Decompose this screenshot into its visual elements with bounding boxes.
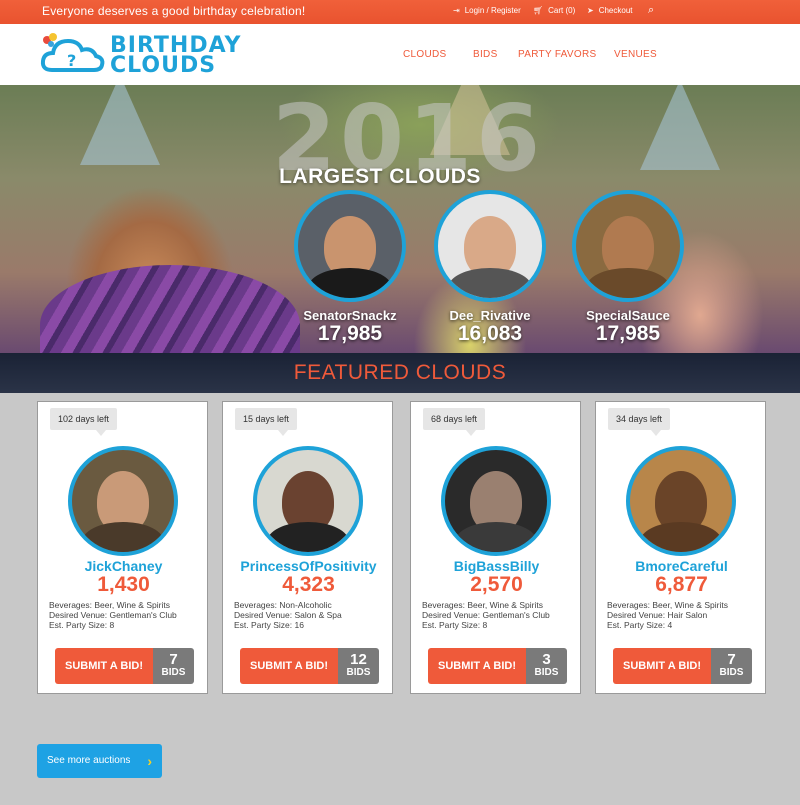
days-left-badge: 68 days left <box>423 408 486 436</box>
party-size-text: Est. Party Size: 4 <box>607 620 673 631</box>
cloud-count: 4,323 <box>282 573 335 596</box>
venue-text: Desired Venue: Gentleman's Club <box>49 610 177 621</box>
avatar <box>253 446 363 556</box>
avatar <box>441 446 551 556</box>
venue-text: Desired Venue: Gentleman's Club <box>422 610 550 621</box>
avatar <box>68 446 178 556</box>
avatar <box>294 190 406 302</box>
cart-icon: 🛒︎ <box>533 6 544 15</box>
venue-text: Desired Venue: Salon & Spa <box>234 610 342 621</box>
cloud-username[interactable]: BigBassBilly <box>411 558 582 574</box>
cloud-details: Beverages: Beer, Wine & Spirits Desired … <box>422 600 550 631</box>
leader-name: Dee_Rivative <box>449 308 531 323</box>
party-size-text: Est. Party Size: 8 <box>422 620 488 631</box>
cloud-username[interactable]: JickChaney <box>38 558 209 574</box>
leader-score: 16,083 <box>457 322 523 345</box>
cloud-count: 1,430 <box>97 573 150 596</box>
cloud-details: Beverages: Non-Alcoholic Desired Venue: … <box>234 600 342 631</box>
cloud-username[interactable]: PrincessOfPositivity <box>223 558 394 574</box>
see-more-auctions-button[interactable]: See more auctions › <box>37 744 162 778</box>
login-icon: ⇥ <box>453 6 460 15</box>
largest-clouds-title: LARGEST CLOUDS <box>279 165 481 188</box>
bid-count-number: 3 <box>542 651 551 668</box>
leader-card[interactable]: SenatorSnackz 17,985 <box>290 190 410 345</box>
top-bar: Everyone deserves a good birthday celebr… <box>0 0 800 24</box>
leader-name: SenatorSnackz <box>303 308 397 323</box>
leader-name: SpecialSauce <box>586 308 670 323</box>
cloud-username[interactable]: BmoreCareful <box>596 558 767 574</box>
submit-bid-button[interactable]: SUBMIT A BID! <box>55 648 153 684</box>
bid-count-label: BIDS <box>534 667 559 678</box>
cloud-details: Beverages: Beer, Wine & Spirits Desired … <box>607 600 728 631</box>
tagline: Everyone deserves a good birthday celebr… <box>42 4 306 18</box>
avatar <box>434 190 546 302</box>
bid-count-number: 7 <box>169 651 178 668</box>
bid-count-number: 7 <box>727 651 736 668</box>
cloud-logo-icon: ? <box>40 33 105 72</box>
beverages-text: Beverages: Beer, Wine & Spirits <box>422 600 543 610</box>
featured-clouds-title: FEATURED CLOUDS <box>293 361 507 384</box>
chevron-right-icon: › <box>147 753 152 769</box>
nav-clouds[interactable]: CLOUDS <box>403 49 446 60</box>
checkout-icon: ➤ <box>587 6 594 15</box>
beverages-text: Beverages: Beer, Wine & Spirits <box>607 600 728 610</box>
bid-count-badge: 3 BIDS <box>526 648 567 684</box>
leader-card[interactable]: Dee_Rivative 16,083 <box>430 190 550 345</box>
bid-count-badge: 12 BIDS <box>338 648 379 684</box>
cloud-card[interactable]: 34 days left BmoreCareful 6,877 Beverage… <box>595 401 766 694</box>
cloud-card[interactable]: 15 days left PrincessOfPositivity 4,323 … <box>222 401 393 694</box>
bid-count-badge: 7 BIDS <box>153 648 194 684</box>
search-icon[interactable]: ⌕ <box>648 4 654 17</box>
login-register-link[interactable]: ⇥ Login / Register <box>453 6 521 15</box>
site-header: ? BIRTHDAY CLOUDS CLOUDS BIDS PARTY FAVO… <box>0 24 800 85</box>
party-size-text: Est. Party Size: 16 <box>234 620 304 631</box>
submit-bid-button[interactable]: SUBMIT A BID! <box>428 648 526 684</box>
party-hat-decoration <box>80 85 160 165</box>
svg-text:?: ? <box>67 51 76 70</box>
party-hat-decoration <box>640 85 720 170</box>
submit-bid-button[interactable]: SUBMIT A BID! <box>240 648 338 684</box>
party-size-text: Est. Party Size: 8 <box>49 620 115 631</box>
avatar <box>626 446 736 556</box>
cloud-card[interactable]: 68 days left BigBassBilly 2,570 Beverage… <box>410 401 581 694</box>
bid-count-number: 12 <box>350 651 367 668</box>
leader-score: 17,985 <box>595 322 661 345</box>
cloud-details: Beverages: Beer, Wine & Spirits Desired … <box>49 600 177 631</box>
leader-card[interactable]: SpecialSauce 17,985 <box>568 190 688 345</box>
hero-banner: 2016 LARGEST CLOUDS SenatorSnackz 17,985… <box>0 85 800 353</box>
bid-count-label: BIDS <box>161 667 186 678</box>
nav-party-favors[interactable]: PARTY FAVORS <box>518 49 596 60</box>
venue-text: Desired Venue: Hair Salon <box>607 610 708 621</box>
cart-label: Cart (0) <box>548 6 576 15</box>
login-label: Login / Register <box>464 6 521 15</box>
checkout-link[interactable]: ➤ Checkout <box>587 6 633 15</box>
featured-clouds-bar: FEATURED CLOUDS <box>0 353 800 393</box>
logo-line-2: CLOUDS <box>110 53 217 78</box>
submit-bid-button[interactable]: SUBMIT A BID! <box>613 648 711 684</box>
cloud-count: 6,877 <box>655 573 708 596</box>
nav-bids[interactable]: BIDS <box>473 49 498 60</box>
bid-count-badge: 7 BIDS <box>711 648 752 684</box>
bid-count-label: BIDS <box>346 667 371 678</box>
days-left-badge: 34 days left <box>608 408 671 436</box>
nav-venues[interactable]: VENUES <box>614 49 657 60</box>
bid-count-label: BIDS <box>719 667 744 678</box>
cloud-count: 2,570 <box>470 573 523 596</box>
days-left-badge: 15 days left <box>235 408 298 436</box>
days-left-badge: 102 days left <box>50 408 118 436</box>
beverages-text: Beverages: Non-Alcoholic <box>234 600 332 610</box>
logo[interactable]: ? BIRTHDAY CLOUDS <box>40 32 240 80</box>
beverages-text: Beverages: Beer, Wine & Spirits <box>49 600 170 610</box>
checkout-label: Checkout <box>598 6 633 15</box>
cloud-card[interactable]: 102 days left JickChaney 1,430 Beverages… <box>37 401 208 694</box>
hero-photo-detail <box>40 265 300 353</box>
cart-link[interactable]: 🛒︎ Cart (0) <box>533 6 575 15</box>
see-more-label: See more auctions <box>47 755 131 766</box>
leader-score: 17,985 <box>317 322 383 345</box>
avatar <box>572 190 684 302</box>
